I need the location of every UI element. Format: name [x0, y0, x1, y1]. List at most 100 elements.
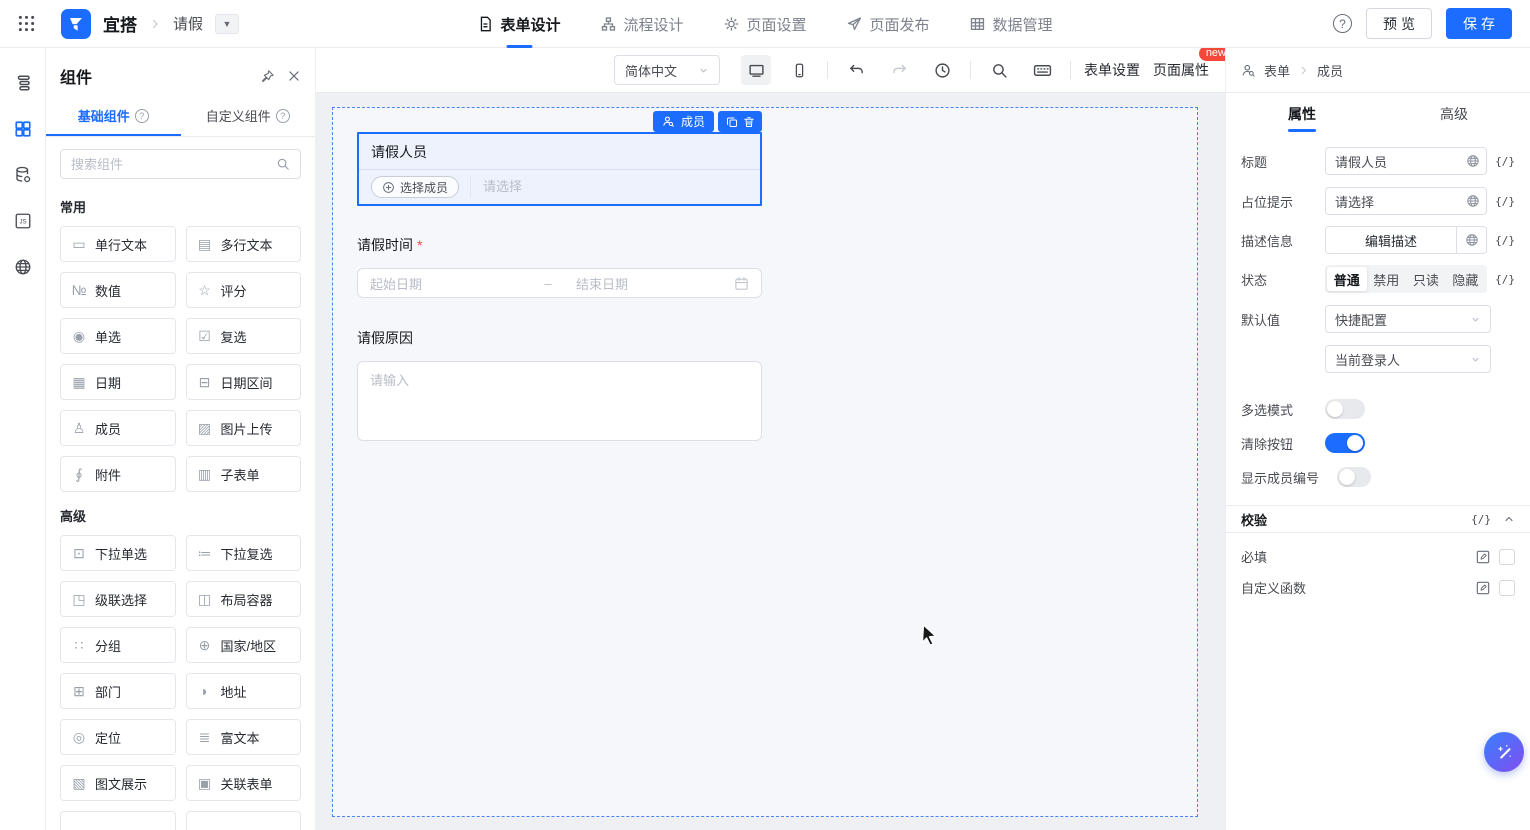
- select-member-button[interactable]: 选择成员: [371, 176, 460, 198]
- component-card-number[interactable]: № 数值: [60, 272, 176, 308]
- tab-properties[interactable]: 属性: [1226, 93, 1378, 135]
- pin-panel-icon[interactable]: [260, 69, 275, 84]
- required-checkbox[interactable]: [1499, 548, 1515, 565]
- nav-tab-page-settings[interactable]: 页面设置: [723, 0, 807, 48]
- tab-custom-components[interactable]: 自定义组件 ?: [181, 98, 316, 136]
- component-card-date[interactable]: ▦ 日期: [60, 364, 176, 400]
- ai-assistant-button[interactable]: [1484, 732, 1524, 772]
- component-card-linked-form[interactable]: ▣ 关联表单: [185, 765, 301, 801]
- edit-pencil-icon[interactable]: [1475, 580, 1491, 596]
- copy-component-icon[interactable]: [723, 111, 740, 132]
- component-card-rating[interactable]: ☆ 评分: [185, 272, 301, 308]
- date-range-input[interactable]: 起始日期 – 结束日期: [357, 268, 762, 298]
- reason-textarea[interactable]: 请输入: [357, 361, 762, 441]
- component-card-group[interactable]: ∷ 分组: [60, 627, 176, 663]
- fx-binding-icon[interactable]: {/}: [1495, 234, 1515, 247]
- keyboard-shortcuts-icon[interactable]: [1027, 55, 1057, 85]
- component-card-partial[interactable]: [60, 811, 176, 830]
- status-option-normal[interactable]: 普通: [1327, 267, 1367, 291]
- component-search-box[interactable]: [60, 149, 301, 179]
- components-panel-icon[interactable]: [14, 120, 32, 138]
- data-source-icon[interactable]: [14, 166, 32, 184]
- component-card-single-line-text[interactable]: ▭ 单行文本: [60, 226, 176, 262]
- clear-button-toggle[interactable]: [1325, 433, 1365, 453]
- component-card-image-text[interactable]: ▧ 图文展示: [60, 765, 176, 801]
- component-card-attachment[interactable]: ∮ 附件: [60, 456, 176, 492]
- component-card-multi-line-text[interactable]: ▤ 多行文本: [185, 226, 301, 262]
- component-card-dropdown-single[interactable]: ⊡ 下拉单选: [60, 535, 176, 571]
- component-card-checkbox[interactable]: ☑ 复选: [185, 318, 301, 354]
- nav-tab-page-publish[interactable]: 页面发布: [847, 0, 930, 48]
- component-card-dropdown-multi[interactable]: ≔ 下拉复选: [185, 535, 301, 571]
- js-panel-icon[interactable]: JS: [14, 212, 32, 230]
- component-card-radio[interactable]: ◉ 单选: [60, 318, 176, 354]
- undo-icon[interactable]: [841, 55, 871, 85]
- tab-advanced[interactable]: 高级: [1378, 93, 1530, 135]
- fx-binding-icon[interactable]: {/}: [1471, 513, 1491, 526]
- component-card-subform[interactable]: ▥ 子表单: [185, 456, 301, 492]
- field-date-range[interactable]: 请假时间 * 起始日期 – 结束日期: [357, 235, 762, 298]
- fx-binding-icon[interactable]: {/}: [1495, 273, 1515, 286]
- field-member-selected[interactable]: 成员 请假人员 选择成员 请选择: [357, 111, 762, 206]
- component-card-date-range[interactable]: ⊟ 日期区间: [185, 364, 301, 400]
- help-icon[interactable]: ?: [1333, 14, 1352, 33]
- close-panel-icon[interactable]: [287, 69, 301, 84]
- component-card-layout-container[interactable]: ◫ 布局容器: [185, 581, 301, 617]
- globe-icon[interactable]: [1466, 154, 1480, 168]
- multi-mode-toggle[interactable]: [1325, 399, 1365, 419]
- field-reason[interactable]: 请假原因 请输入: [357, 328, 762, 441]
- preview-button[interactable]: 预览: [1366, 8, 1432, 39]
- breadcrumb-form[interactable]: 表单: [1264, 61, 1290, 80]
- help-circle-icon[interactable]: ?: [134, 108, 149, 123]
- status-option-hidden[interactable]: 隐藏: [1446, 267, 1486, 291]
- show-member-id-toggle[interactable]: [1337, 467, 1371, 487]
- placeholder-input[interactable]: [1325, 187, 1488, 215]
- outline-tree-icon[interactable]: [14, 74, 32, 92]
- custom-function-checkbox[interactable]: [1499, 579, 1515, 596]
- help-circle-icon[interactable]: ?: [275, 108, 290, 123]
- component-card-address[interactable]: ◗ 地址: [185, 673, 301, 709]
- status-option-readonly[interactable]: 只读: [1406, 267, 1446, 291]
- component-card-partial[interactable]: [185, 811, 301, 830]
- form-settings-button[interactable]: 表单设置: [1084, 60, 1140, 80]
- component-card-cascade-select[interactable]: ◳ 级联选择: [60, 581, 176, 617]
- search-icon[interactable]: [984, 55, 1014, 85]
- component-card-department[interactable]: ⊞ 部门: [60, 673, 176, 709]
- component-search-input[interactable]: [71, 156, 276, 172]
- component-card-rich-text[interactable]: ≣ 富文本: [185, 719, 301, 755]
- status-option-disabled[interactable]: 禁用: [1367, 267, 1407, 291]
- nav-tab-flow-design[interactable]: 流程设计: [600, 0, 683, 48]
- edit-description-button[interactable]: 编辑描述: [1325, 226, 1488, 254]
- i18n-globe-icon[interactable]: [14, 258, 32, 276]
- nav-tab-data-manage[interactable]: 数据管理: [970, 0, 1053, 48]
- desktop-view-icon[interactable]: [741, 55, 771, 85]
- current-user-select[interactable]: 当前登录人: [1325, 345, 1491, 373]
- component-card-member[interactable]: ♙ 成员: [60, 410, 176, 446]
- apps-grid-icon[interactable]: [18, 15, 35, 32]
- fx-binding-icon[interactable]: {/}: [1495, 195, 1515, 208]
- component-card-image-upload[interactable]: ▨ 图片上传: [185, 410, 301, 446]
- default-value-select[interactable]: 快捷配置: [1325, 305, 1491, 333]
- component-card-location[interactable]: ◎ 定位: [60, 719, 176, 755]
- history-clock-icon[interactable]: [927, 55, 957, 85]
- mobile-view-icon[interactable]: [784, 55, 814, 85]
- page-properties-button[interactable]: 页面属性: [1153, 62, 1209, 78]
- form-sheet[interactable]: 成员 请假人员 选择成员 请选择 请假时间 * 起始日期 – 结束日期 请假原因…: [332, 107, 1198, 817]
- yida-logo[interactable]: [61, 8, 91, 39]
- chevron-up-icon[interactable]: [1503, 513, 1515, 525]
- title-input[interactable]: [1325, 147, 1488, 175]
- globe-icon[interactable]: [1466, 194, 1480, 208]
- language-select[interactable]: 简体中文: [614, 55, 720, 85]
- save-button[interactable]: 保存: [1446, 8, 1512, 39]
- redo-icon[interactable]: [884, 55, 914, 85]
- globe-icon[interactable]: [1456, 227, 1486, 253]
- nav-tab-form-design[interactable]: 表单设计: [477, 0, 560, 48]
- edit-pencil-icon[interactable]: [1475, 549, 1491, 565]
- app-switcher-caret[interactable]: ▼: [215, 13, 240, 34]
- component-card-country-region[interactable]: ⊕ 国家/地区: [185, 627, 301, 663]
- validation-section-header[interactable]: 校验 {/}: [1226, 505, 1530, 533]
- fx-binding-icon[interactable]: {/}: [1495, 155, 1515, 168]
- tab-basic-components[interactable]: 基础组件 ?: [46, 98, 181, 136]
- current-app-name[interactable]: 请假: [173, 13, 203, 34]
- delete-component-icon[interactable]: [740, 111, 757, 132]
